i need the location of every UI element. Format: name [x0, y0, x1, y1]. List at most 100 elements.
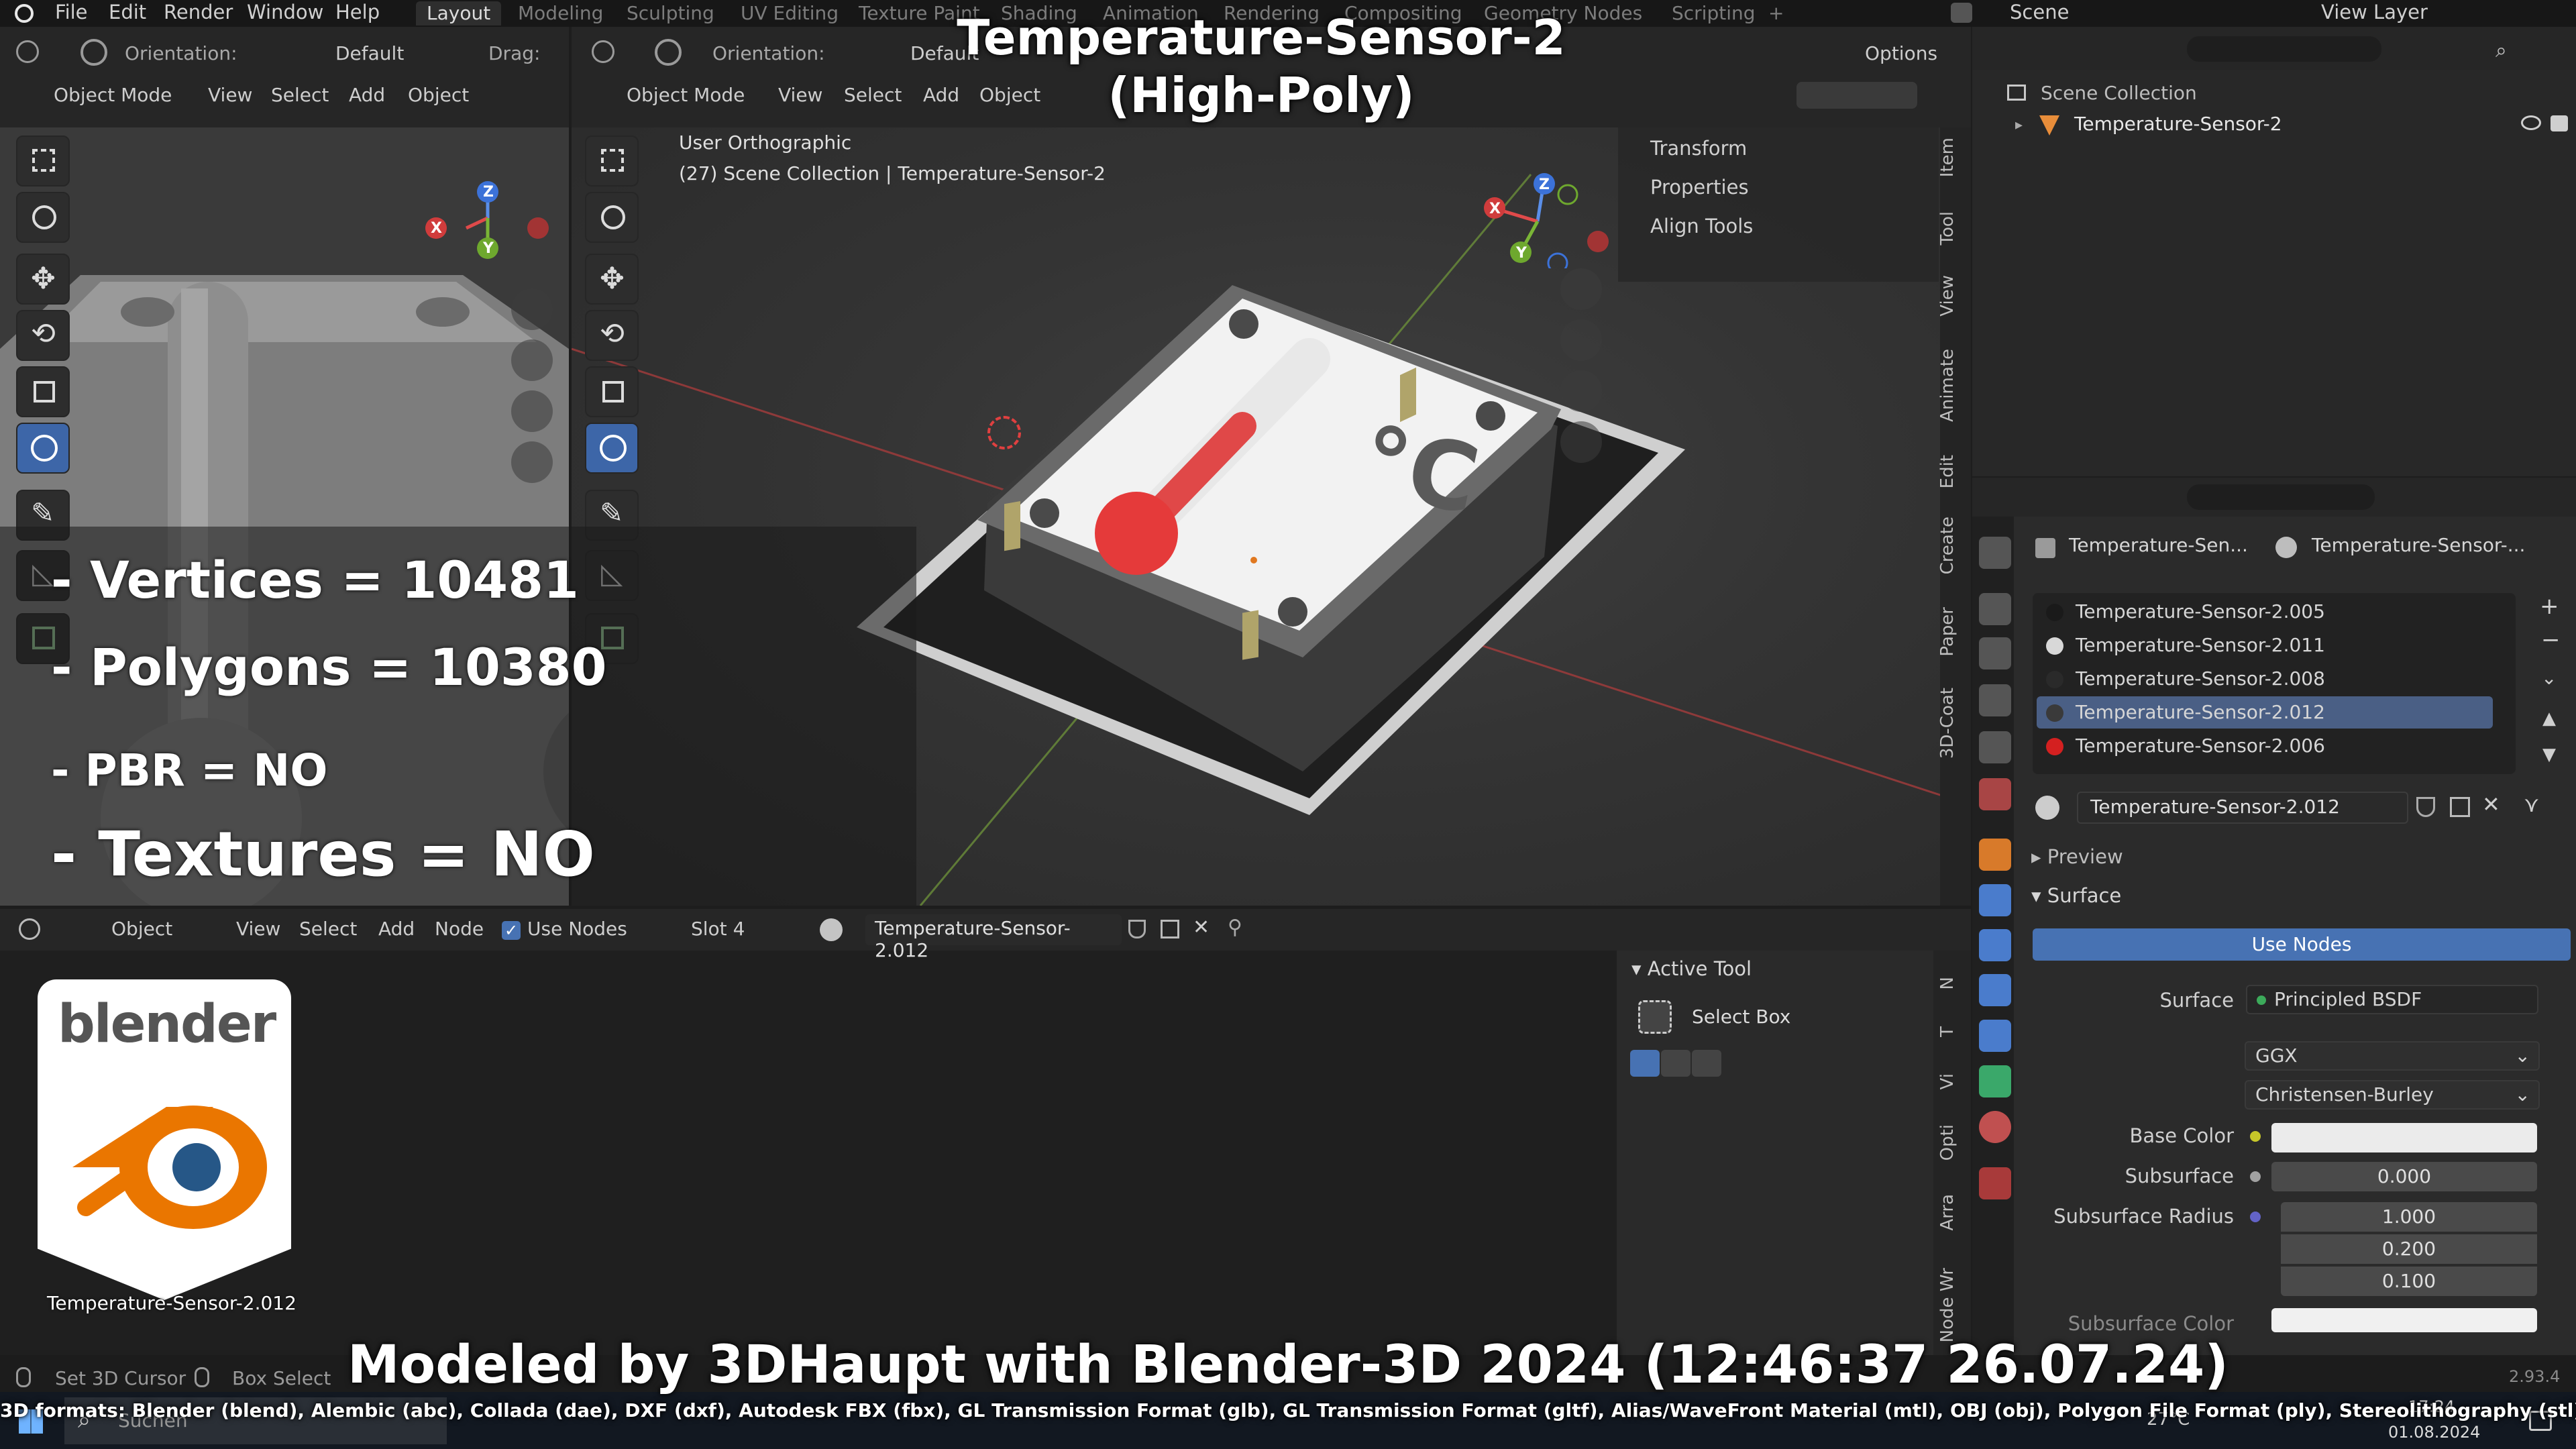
sidebar-tab-edit[interactable]: Edit — [1937, 455, 1960, 488]
duplicate-material-icon[interactable] — [2450, 797, 2470, 817]
base-color-socket-icon[interactable] — [2250, 1131, 2261, 1142]
node-menu-node[interactable]: Node — [435, 916, 484, 943]
node-link-icon[interactable]: ⋎ — [2524, 792, 2539, 817]
editor-type-icon[interactable] — [19, 918, 40, 940]
node-duplicate-icon[interactable] — [1161, 920, 1179, 938]
object-expand-icon[interactable]: ▸ — [2015, 117, 2023, 133]
sidebar-tab-create[interactable]: Create — [1937, 517, 1960, 574]
scene-icon[interactable] — [1951, 3, 1972, 23]
subsurface-radius-z[interactable]: 0.100 — [2281, 1267, 2537, 1296]
n-panel-align-tools[interactable]: Align Tools — [1650, 215, 1753, 237]
tool-props-icon[interactable] — [1979, 537, 2011, 569]
subsurface-value-field[interactable]: 0.000 — [2271, 1162, 2537, 1191]
surface-panel-header[interactable]: ▾ Surface — [2031, 884, 2121, 907]
3d-cursor-icon[interactable] — [987, 416, 1021, 449]
mode-subtract-icon[interactable] — [1692, 1050, 1721, 1077]
menu-help[interactable]: Help — [335, 0, 380, 24]
pin-icon[interactable]: ⚲ — [1228, 916, 1242, 939]
active-tool-header[interactable]: ▾ Active Tool — [1631, 957, 1752, 980]
tab-modeling[interactable]: Modeling — [507, 1, 614, 25]
main-orientation-icon[interactable] — [655, 39, 682, 66]
add-workspace-icon[interactable]: + — [1758, 1, 1794, 25]
main-camera-icon[interactable] — [1560, 370, 1602, 412]
zoom-icon[interactable] — [511, 288, 553, 330]
view-layer-name[interactable]: View Layer — [2321, 0, 2428, 24]
add-slot-button[interactable]: + — [2540, 593, 2559, 620]
object-props-icon[interactable] — [1979, 839, 2011, 871]
main-options-dropdown[interactable]: Options — [1865, 40, 1937, 67]
move-slot-down-icon[interactable]: ▼ — [2542, 745, 2556, 765]
main-select-box-tool[interactable] — [585, 136, 639, 186]
select-box-tool-icon[interactable] — [1638, 1000, 1672, 1034]
left-menu-add[interactable]: Add — [349, 82, 385, 109]
grid-icon[interactable] — [511, 441, 553, 483]
menu-file[interactable]: File — [55, 0, 88, 24]
main-pan-hand-icon[interactable] — [1560, 319, 1602, 361]
main-rotate-tool[interactable]: ⟲ — [585, 310, 639, 361]
sidebar-tab-animate[interactable]: Animate — [1937, 349, 1960, 422]
subsurface-radius-socket-icon[interactable] — [2250, 1212, 2261, 1222]
subsurface-socket-icon[interactable] — [2250, 1171, 2261, 1182]
outliner-search-field[interactable] — [2187, 36, 2381, 62]
sidebar-tab-tool[interactable]: Tool — [1937, 211, 1960, 246]
properties-search-field[interactable] — [2187, 484, 2375, 510]
unlink-material-icon[interactable]: ✕ — [2482, 792, 2500, 817]
n-panel-transform[interactable]: Transform — [1650, 137, 1747, 160]
n-panel-properties[interactable]: Properties — [1650, 176, 1749, 199]
distribution-dropdown[interactable]: GGX ⌄ — [2245, 1041, 2540, 1071]
sidebar-tab-item[interactable]: Item — [1937, 138, 1960, 177]
visibility-eye-icon[interactable] — [2521, 115, 2541, 130]
select-box-tool[interactable] — [16, 136, 70, 186]
main-scale-tool[interactable] — [585, 366, 639, 417]
material-props-icon[interactable] — [1979, 1111, 2011, 1143]
menu-render[interactable]: Render — [164, 0, 233, 24]
scene-name[interactable]: Scene — [2010, 0, 2069, 24]
use-nodes-button[interactable]: Use Nodes — [2033, 928, 2571, 961]
outliner-object-name[interactable]: Temperature-Sensor-2 — [2074, 113, 2282, 135]
sidebar-tab-paper[interactable]: Paper — [1937, 607, 1960, 657]
fake-user-icon[interactable] — [2416, 797, 2435, 817]
render-camera-icon[interactable] — [2551, 115, 2568, 131]
tab-layout[interactable]: Layout — [416, 1, 502, 25]
material-slot-item[interactable]: Temperature-Sensor-2.006 — [2037, 730, 2493, 762]
physics-props-icon[interactable] — [1979, 974, 2011, 1006]
main-menu-view[interactable]: View — [778, 82, 822, 109]
main-move-tool[interactable]: ✥ — [585, 254, 639, 305]
base-color-swatch[interactable] — [2271, 1123, 2537, 1152]
mode-extend-icon[interactable] — [1661, 1050, 1690, 1077]
view-layer-props-icon[interactable] — [1979, 684, 2011, 716]
mode-set-icon[interactable] — [1630, 1050, 1660, 1077]
main-transform-tool[interactable] — [585, 423, 639, 474]
orientation-gizmo-icon[interactable] — [80, 39, 107, 66]
node-fake-user-icon[interactable] — [1128, 920, 1146, 938]
texture-props-icon[interactable] — [1979, 1167, 2011, 1199]
subsurface-radius-x[interactable]: 1.000 — [2281, 1202, 2537, 1232]
data-props-icon[interactable] — [1979, 1065, 2011, 1097]
left-axis-gizmo[interactable]: Z X Y — [416, 154, 564, 262]
main-grid-icon[interactable] — [1560, 421, 1602, 463]
node-tab-t[interactable]: T — [1937, 1026, 1960, 1037]
node-material-browse-icon[interactable] — [820, 918, 843, 941]
preview-panel-header[interactable]: ▸ Preview — [2031, 845, 2123, 868]
menu-window[interactable]: Window — [247, 0, 323, 24]
node-menu-view[interactable]: View — [236, 916, 280, 943]
scene-collection-label[interactable]: Scene Collection — [2041, 82, 2197, 104]
tab-uv-editing[interactable]: UV Editing — [730, 1, 849, 25]
main-pivot-icon[interactable] — [592, 40, 614, 63]
main-object-mode-dropdown[interactable]: Object Mode — [627, 82, 745, 109]
use-nodes-checkbox[interactable]: ✓ — [502, 921, 521, 940]
scene-props-icon[interactable] — [1979, 731, 2011, 763]
breadcrumb-object[interactable]: Temperature-Sen... — [2069, 534, 2248, 556]
node-tree-type-dropdown[interactable]: Object — [111, 916, 172, 943]
breadcrumb-material[interactable]: Temperature-Sensor-... — [2312, 534, 2525, 556]
left-menu-object[interactable]: Object — [408, 82, 469, 109]
node-menu-add[interactable]: Add — [378, 916, 415, 943]
tab-scripting[interactable]: Scripting — [1661, 1, 1766, 25]
slot-dropdown[interactable]: Slot 4 — [691, 916, 745, 943]
camera-icon[interactable] — [511, 390, 553, 432]
output-props-icon[interactable] — [1979, 637, 2011, 669]
transform-pivot-icon[interactable] — [16, 40, 39, 63]
move-tool[interactable]: ✥ — [16, 254, 70, 305]
main-axis-gizmo[interactable]: Z X Y — [1464, 148, 1625, 268]
surface-shader-field[interactable]: Principled BSDF — [2246, 985, 2538, 1014]
